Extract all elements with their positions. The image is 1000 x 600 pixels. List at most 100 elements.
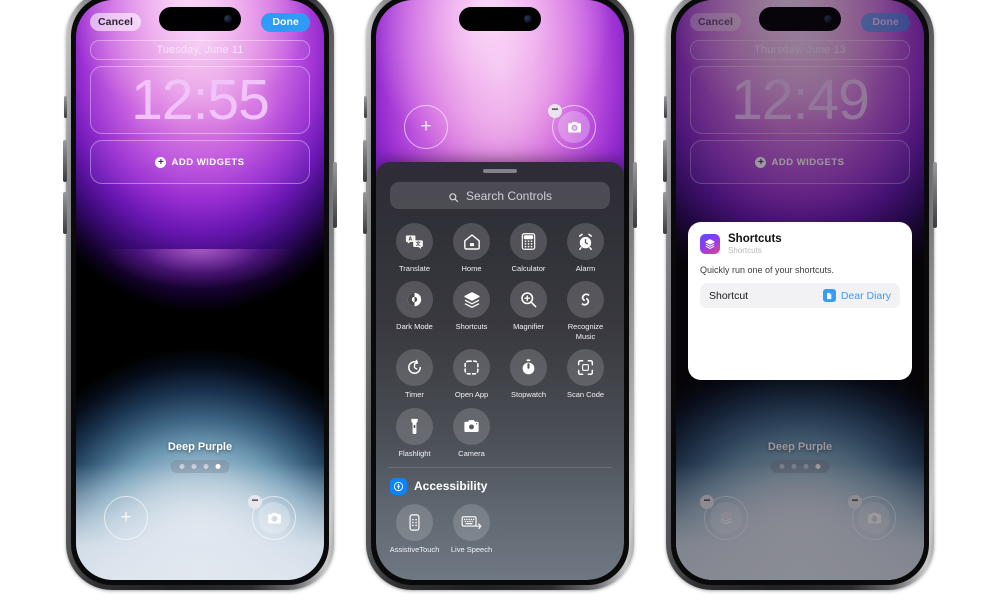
page-indicator[interactable] <box>170 460 230 473</box>
popup-app-name: Shortcuts <box>728 233 782 245</box>
add-control-left-button[interactable]: + <box>104 496 148 540</box>
document-icon <box>822 289 836 303</box>
control-open-app[interactable]: Open App <box>443 349 500 399</box>
shortcut-row-value[interactable]: Dear Diary <box>822 289 891 303</box>
control-label: Dark Mode <box>396 322 433 332</box>
volume-down-button[interactable] <box>363 192 367 234</box>
popup-header: Shortcuts Shortcuts <box>700 233 900 255</box>
shazam-icon <box>567 281 604 319</box>
plus-icon: + <box>120 507 132 528</box>
editor-top-bar: Cancel Done <box>76 11 324 33</box>
clock-widget[interactable]: 12:55 <box>90 66 310 134</box>
control-translate[interactable]: A 文 Translate <box>386 223 443 273</box>
lock-screen-widgets: Tuesday, June 11 12:55 + ADD WIDGETS <box>76 40 324 184</box>
control-label: AssistiveTouch <box>389 544 440 554</box>
control-stopwatch[interactable]: Stopwatch <box>500 349 557 399</box>
volume-down-button[interactable] <box>663 192 667 234</box>
control-label: Recognize Music <box>567 322 604 341</box>
control-recognize-music[interactable]: Recognize Music <box>557 281 614 341</box>
control-label: Magnifier <box>513 322 544 332</box>
control-live-speech[interactable]: Live Speech <box>443 503 500 554</box>
volume-down-button[interactable] <box>63 192 67 234</box>
shortcuts-icon <box>453 281 490 319</box>
control-scan-code[interactable]: Scan Code <box>557 349 614 399</box>
cancel-button[interactable]: Cancel <box>90 13 142 31</box>
silent-switch[interactable] <box>664 96 667 118</box>
control-label: Timer <box>405 390 424 400</box>
shortcut-row-label: Shortcut <box>709 289 749 302</box>
control-dark-mode[interactable]: Dark Mode <box>386 281 443 341</box>
sheet-grabber[interactable] <box>483 169 517 173</box>
shortcuts-app-icon <box>700 234 720 255</box>
accessibility-controls-grid: AssistiveTouch Live Speech <box>376 495 624 554</box>
page-dot[interactable] <box>179 464 185 469</box>
camera-icon <box>258 502 290 534</box>
volume-up-button[interactable] <box>663 140 667 182</box>
quick-controls: + − <box>376 103 624 153</box>
power-button[interactable] <box>333 162 337 228</box>
wallpaper-name: Deep Purple <box>167 441 233 453</box>
plus-icon: + <box>420 116 432 137</box>
control-flashlight[interactable]: Flashlight <box>386 407 443 458</box>
page-dot[interactable] <box>191 464 197 469</box>
open-app-icon <box>453 349 490 387</box>
shortcut-config-popup: Shortcuts Shortcuts Quickly run one of y… <box>688 222 912 380</box>
date-widget[interactable]: Tuesday, June 11 <box>90 40 310 60</box>
page-dot-active[interactable] <box>215 464 221 469</box>
stopwatch-icon <box>510 349 547 387</box>
add-control-left-button[interactable]: + <box>404 105 448 149</box>
power-button[interactable] <box>933 162 937 228</box>
control-label: Calculator <box>511 264 546 273</box>
date-text: Tuesday, June 11 <box>156 44 244 56</box>
silent-switch[interactable] <box>64 96 67 118</box>
section-title: Accessibility <box>414 479 488 494</box>
accessibility-section-header: Accessibility <box>376 468 624 495</box>
remove-control-icon[interactable]: − <box>248 494 262 509</box>
control-alarm[interactable]: Alarm <box>557 223 614 273</box>
page-dot[interactable] <box>203 464 209 469</box>
control-label: Open App <box>454 390 489 400</box>
shortcut-selector-row[interactable]: Shortcut Dear Diary <box>700 283 900 309</box>
done-button[interactable]: Done <box>261 12 310 32</box>
camera-icon <box>558 111 590 143</box>
control-empty <box>557 504 614 554</box>
camera-control-button[interactable]: − <box>248 494 296 540</box>
control-assistive-touch[interactable]: AssistiveTouch <box>386 503 443 554</box>
volume-up-button[interactable] <box>63 140 67 182</box>
control-label: Stopwatch <box>510 390 547 400</box>
popup-description: Quickly run one of your shortcuts. <box>700 265 835 276</box>
search-icon <box>448 190 459 203</box>
phone-3-screen: Cancel Done Thursday, June 13 12:49 + AD… <box>676 0 924 580</box>
alarm-clock-icon <box>567 223 604 260</box>
remove-control-icon[interactable]: − <box>548 103 562 118</box>
control-label: Translate <box>399 264 430 273</box>
control-empty <box>557 408 614 458</box>
volume-up-button[interactable] <box>363 140 367 182</box>
phone-2: + − Search Controls A 文 Translate Home C… <box>363 0 637 590</box>
control-camera[interactable]: Camera <box>443 407 500 458</box>
time-text: 12:55 <box>131 67 270 132</box>
control-label: Home <box>461 264 482 273</box>
control-label: Shortcuts <box>455 322 488 332</box>
controls-grid: A 文 Translate Home Calculator Alarm Dark… <box>376 209 624 458</box>
timer-icon <box>396 349 433 387</box>
control-timer[interactable]: Timer <box>386 349 443 399</box>
power-button[interactable] <box>633 162 637 228</box>
camera-icon <box>453 407 490 445</box>
phone-3: Cancel Done Thursday, June 13 12:49 + AD… <box>663 0 937 590</box>
add-widgets-button[interactable]: + ADD WIDGETS <box>90 140 310 184</box>
flashlight-icon <box>396 407 433 445</box>
control-label: Camera <box>458 448 485 458</box>
silent-switch[interactable] <box>364 96 367 118</box>
quick-controls: + − <box>76 494 324 544</box>
control-calculator[interactable]: Calculator <box>500 223 557 273</box>
plus-icon: + <box>155 156 167 168</box>
search-controls-field[interactable]: Search Controls <box>390 182 610 209</box>
control-home[interactable]: Home <box>443 223 500 273</box>
control-magnifier[interactable]: Magnifier <box>500 281 557 341</box>
magnifier-icon <box>510 281 547 319</box>
scan-code-icon <box>567 349 604 387</box>
phone-1: Cancel Done Tuesday, June 11 12:55 + ADD… <box>63 0 337 590</box>
camera-control-button[interactable]: − <box>548 103 596 149</box>
control-shortcuts[interactable]: Shortcuts <box>443 281 500 341</box>
